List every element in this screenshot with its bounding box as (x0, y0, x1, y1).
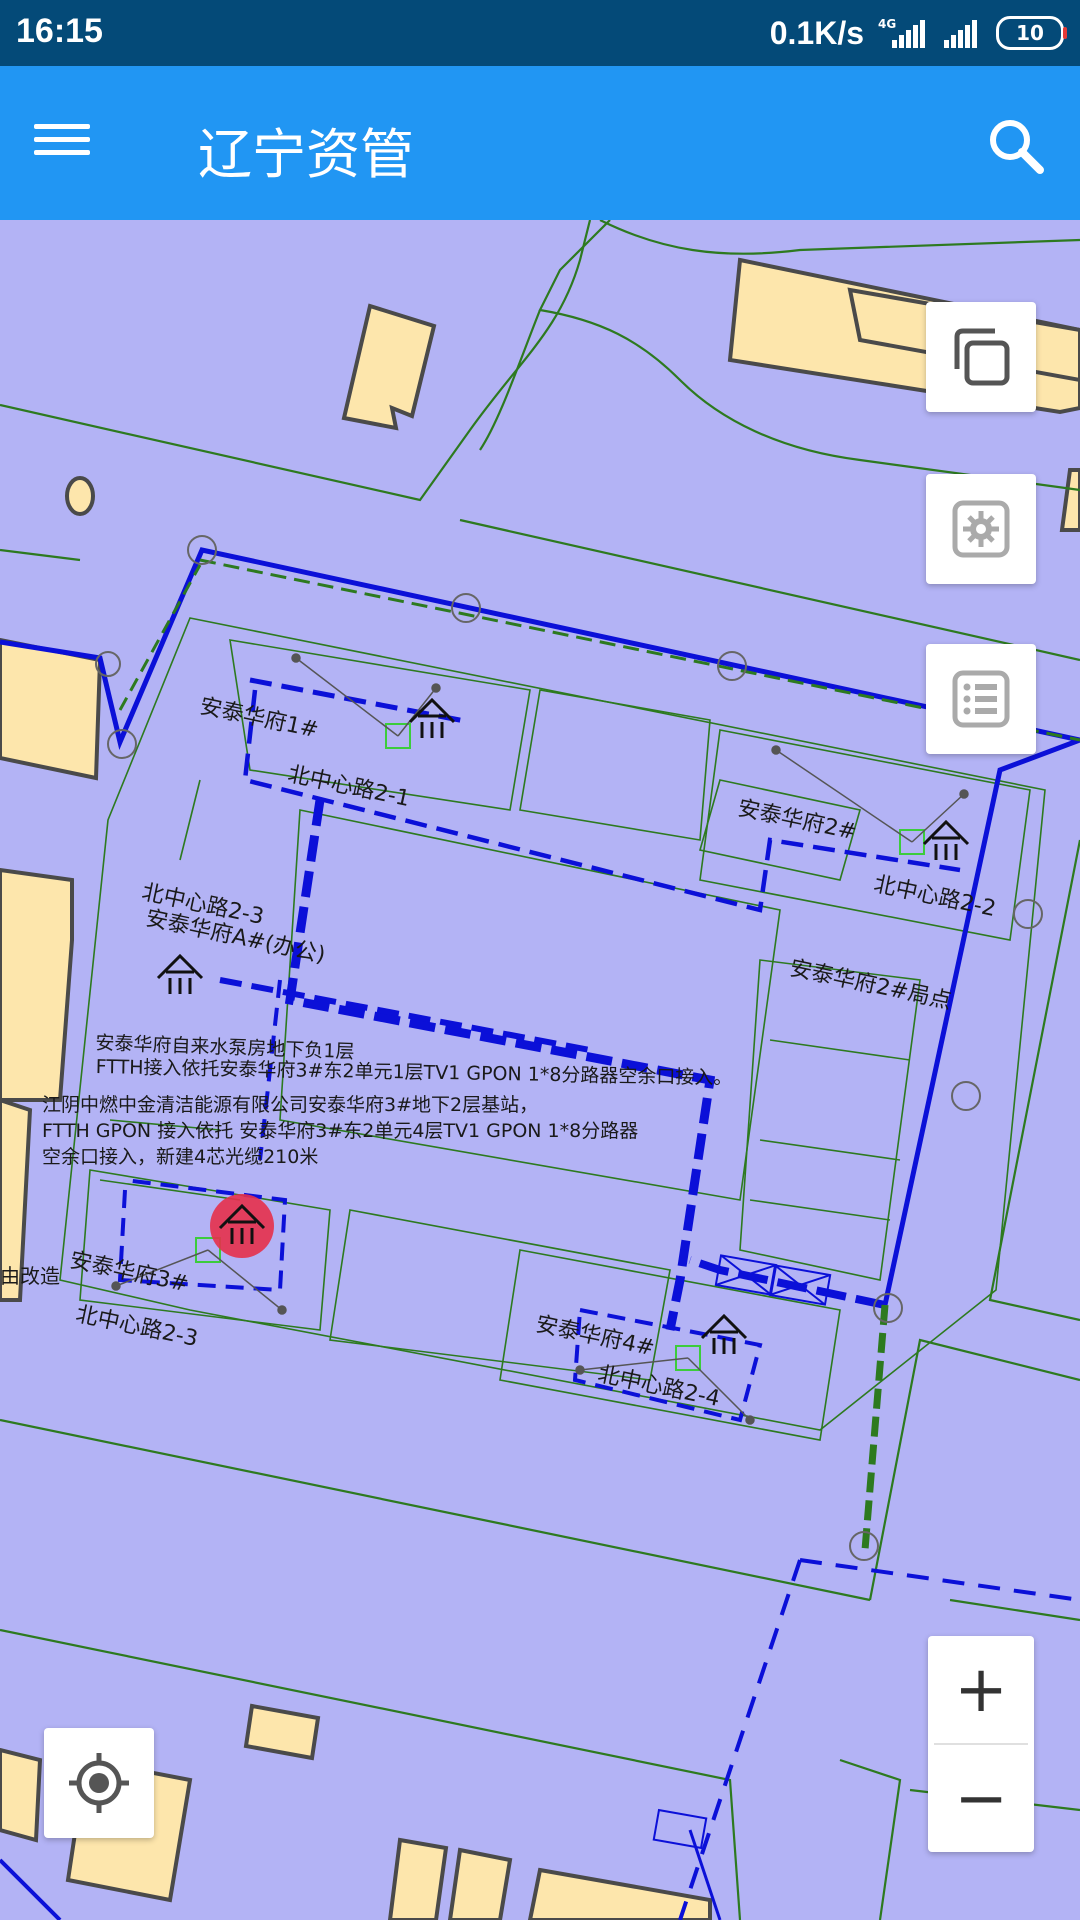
status-time: 16:15 (16, 12, 103, 50)
app-bar: 辽宁资管 (0, 66, 1080, 220)
copy-layers-button[interactable] (926, 302, 1036, 412)
menu-button[interactable] (34, 116, 90, 172)
list-icon (952, 670, 1010, 728)
zoom-controls: + − (928, 1636, 1034, 1852)
map-view[interactable]: 安泰华府1# 北中心路2-1 安泰华府2# 北中心路2-2 安泰华府2#局点 北… (0, 220, 1080, 1920)
zoom-out-button[interactable]: − (928, 1745, 1034, 1852)
map-annotation: 空余口接入，新建4芯光缆210米 (42, 1146, 319, 1168)
network-type-label: 4G (878, 17, 896, 31)
cable-lines (0, 547, 1080, 1920)
signal-4g-icon: 4G (878, 17, 925, 48)
copy-layers-icon (954, 328, 1010, 386)
network-speed: 0.1K/s (769, 14, 864, 51)
my-location-icon (69, 1753, 129, 1813)
settings-button[interactable] (926, 474, 1036, 584)
zoom-in-button[interactable]: + (928, 1636, 1034, 1743)
battery-icon: 10 (996, 16, 1067, 50)
signal-icon (944, 20, 977, 48)
menu-icon (34, 124, 90, 155)
selected-marker[interactable] (210, 1194, 274, 1258)
battery-level: 10 (1016, 21, 1044, 45)
gear-icon (952, 500, 1010, 558)
search-button[interactable] (984, 114, 1048, 178)
map-label-edge: 由改造 (0, 1264, 60, 1288)
list-button[interactable] (926, 644, 1036, 754)
map-annotation: FTTH GPON 接入依托 安泰华府3#东2单元4层TV1 GPON 1*8分… (42, 1120, 639, 1142)
status-bar: 16:15 0.1K/s 4G 10 (0, 0, 1080, 66)
map-annotation: 江阴中燃中金清洁能源有限公司安泰华府3#地下2层基站， (42, 1094, 539, 1116)
cross-boxes (652, 1254, 832, 1850)
my-location-button[interactable] (44, 1728, 154, 1838)
search-icon (990, 120, 1044, 174)
status-indicators: 0.1K/s 4G 10 (769, 10, 1067, 56)
app-title: 辽宁资管 (198, 123, 414, 186)
